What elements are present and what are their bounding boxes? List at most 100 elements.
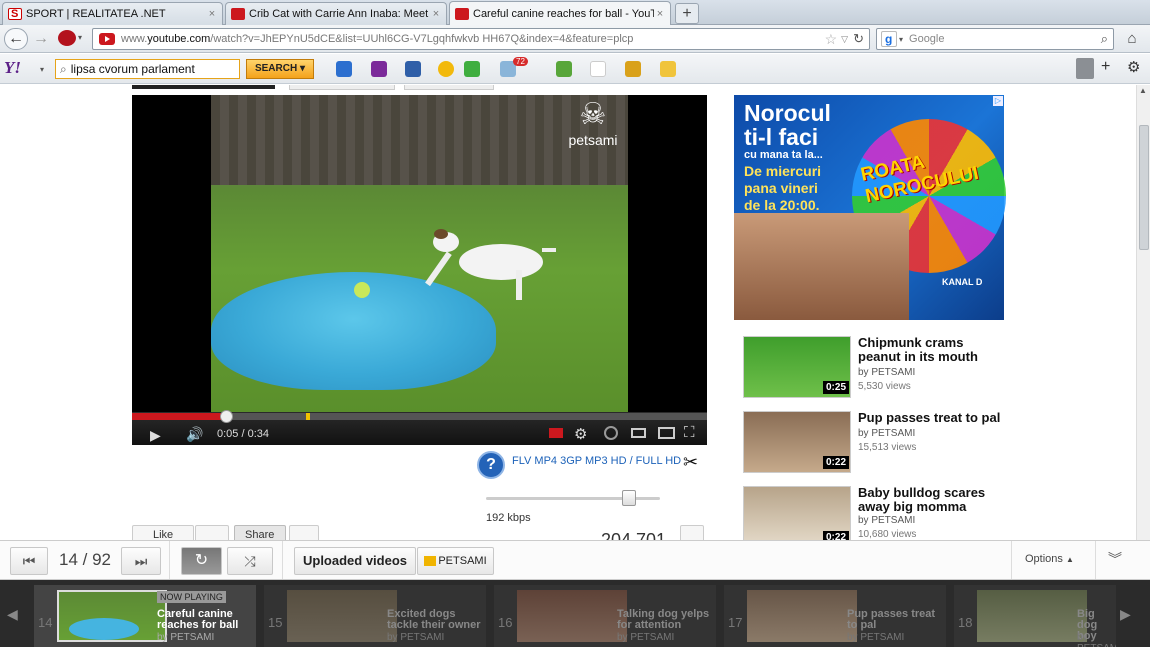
download-formats-link[interactable]: FLV MP4 3GP MP3 HD / FULL HD (512, 455, 681, 467)
autoplay-toggle-icon[interactable]: ↻ (181, 547, 222, 575)
video-thumbnail[interactable] (57, 590, 167, 642)
scissors-icon[interactable]: ✂ (683, 452, 698, 473)
ebay-icon[interactable] (660, 61, 676, 77)
fullscreen-icon[interactable]: ⛶ (684, 424, 695, 441)
addon-dropdown-icon[interactable]: ▾ (78, 33, 82, 42)
news-icon[interactable] (405, 61, 421, 77)
top-edge-bar (132, 85, 275, 89)
close-tab-icon[interactable]: × (430, 8, 442, 20)
shuffle-icon[interactable]: ⤮ (227, 547, 273, 575)
new-tab-button[interactable]: + (675, 3, 699, 24)
related-video-channel[interactable]: by PETSAMI (858, 367, 915, 378)
yahoo-search-button[interactable]: SEARCH ▾ (246, 59, 314, 79)
yahoo-search-input[interactable]: ⌕ lipsa cvorum parlament (55, 59, 240, 79)
playlist-item[interactable]: 14 NOW PLAYING Careful canine reaches fo… (34, 585, 256, 647)
watch-later-icon[interactable] (604, 426, 618, 440)
video-thumbnail[interactable] (977, 590, 1087, 642)
volume-icon[interactable]: 🔊 (186, 426, 203, 443)
ladybug-addon-icon[interactable] (58, 30, 76, 46)
playlist-item[interactable]: 18 Big dog boy by PETSAMI (954, 585, 1116, 647)
related-video-title[interactable]: Pup passes treat to pal (858, 411, 1008, 425)
item-number: 14 (38, 615, 53, 630)
item-title: Pup passes treat to pal (847, 608, 936, 631)
help-question-icon[interactable]: ? (477, 451, 505, 479)
games-icon[interactable] (464, 61, 480, 77)
youtube-favicon-icon (455, 8, 469, 20)
playlist-item[interactable]: 16 Talking dog yelps for attention by PE… (494, 585, 716, 647)
back-arrow-icon[interactable]: ← (4, 28, 28, 50)
captions-icon[interactable] (549, 428, 563, 438)
progress-bar[interactable] (132, 410, 707, 423)
url-dropdown-icon[interactable]: ▽ (841, 34, 848, 45)
bitrate-slider-handle[interactable] (622, 490, 636, 506)
adchoices-icon[interactable]: ▷ (993, 96, 1003, 106)
large-player-icon[interactable] (658, 427, 675, 439)
search-engine-box[interactable]: g ▾ Google ⌕ (876, 28, 1114, 50)
reload-icon[interactable]: ↻ (853, 31, 864, 47)
mail-icon[interactable] (336, 61, 352, 77)
tab-careful-canine[interactable]: Careful canine reaches for ball - YouTub… (449, 1, 671, 26)
petsami-watermark: ☠ petsami (563, 98, 623, 162)
messenger-icon[interactable] (438, 61, 454, 77)
playlist-item[interactable]: 15 Excited dogs tackle their owner by PE… (264, 585, 486, 647)
scrollbar-thumb[interactable] (1139, 125, 1149, 250)
related-video-title[interactable]: Chipmunk crams peanut in its mouth (858, 336, 1008, 364)
related-video-item[interactable]: 0:25 Chipmunk crams peanut in its mouth … (743, 336, 1043, 398)
video-thumbnail[interactable] (517, 590, 627, 642)
home-icon[interactable]: ⌂ (1122, 30, 1142, 48)
channel-label: PETSAMI (438, 555, 487, 567)
address-bar[interactable]: www.youtube.com/watch?v=JhEPYnU5dCE&list… (92, 28, 870, 50)
item-number: 16 (498, 615, 513, 630)
related-video-channel[interactable]: by PETSAMI (858, 428, 915, 439)
side-advertisement[interactable]: Norocul ti-l faci cu mana ta la... De mie… (734, 95, 1006, 320)
engine-dropdown-icon[interactable]: ▾ (899, 35, 903, 44)
add-icon[interactable]: + (1101, 58, 1110, 76)
skull-cat-logo-icon: ☠ (579, 98, 607, 131)
url-text: www.youtube.com/watch?v=JhEPYnU5dCE&list… (121, 33, 634, 45)
youtube-site-icon (99, 33, 115, 45)
related-video-channel[interactable]: by PETSAMI (858, 515, 915, 526)
photos-icon[interactable] (625, 61, 641, 77)
close-tab-icon[interactable]: × (654, 8, 666, 20)
playlist-item[interactable]: 17 Pup passes treat to pal by PETSAMI (724, 585, 946, 647)
play-icon[interactable]: ▶ (150, 427, 161, 444)
video-thumbnail[interactable] (287, 590, 397, 642)
video-thumbnail[interactable] (747, 590, 857, 642)
collapse-chevron-icon[interactable]: ︾ (1108, 549, 1122, 569)
top-edge-tab (404, 85, 494, 90)
tab-realitatea[interactable]: S SPORT | REALITATEA .NET × (2, 2, 223, 25)
menu-list-icon[interactable] (1076, 58, 1094, 79)
scroll-up-arrow-icon[interactable]: ▲ (1136, 86, 1150, 98)
item-title: Careful canine reaches for ball (157, 608, 239, 631)
related-video-title[interactable]: Baby bulldog scares away big momma (858, 486, 1008, 514)
next-video-icon[interactable]: ⏭ (121, 547, 161, 575)
magnifier-icon[interactable]: ⌕ (1101, 31, 1108, 47)
forward-arrow-icon[interactable]: → (30, 29, 52, 49)
my-yahoo-icon[interactable] (371, 61, 387, 77)
flickr-icon[interactable] (590, 61, 606, 77)
tray-prev-arrow-icon[interactable]: ◀ (7, 606, 18, 623)
uploaded-videos-button[interactable]: Uploaded videos (294, 547, 416, 575)
google-logo-icon[interactable]: g (881, 31, 897, 47)
bookmark-star-icon[interactable]: ☆ (825, 31, 838, 48)
divider (282, 541, 283, 579)
tab-title: Careful canine reaches for ball - YouTub… (473, 8, 654, 20)
tab-crib-cat[interactable]: Crib Cat with Carrie Ann Inaba: Meet Bli… (225, 2, 447, 25)
settings-gear-icon[interactable]: ⚙ (574, 425, 587, 443)
yahoo-logo[interactable]: Y! (4, 58, 21, 78)
now-playing-badge: NOW PLAYING (157, 591, 226, 603)
channel-button[interactable]: PETSAMI (417, 547, 494, 575)
vertical-scrollbar[interactable] (1136, 85, 1150, 540)
tray-next-arrow-icon[interactable]: ▶ (1120, 606, 1131, 623)
small-player-icon[interactable] (631, 428, 646, 438)
previous-video-icon[interactable]: ⏮ (10, 547, 48, 575)
finance-icon[interactable] (556, 61, 572, 77)
close-tab-icon[interactable]: × (206, 8, 218, 20)
options-button[interactable]: Options ▲ (1025, 553, 1074, 565)
related-video-item[interactable]: 0:22 Baby bulldog scares away big momma … (743, 486, 1043, 548)
watermark-text: petsami (568, 132, 618, 148)
item-channel: by PETSAMI (847, 632, 905, 643)
related-video-item[interactable]: 0:22 Pup passes treat to pal by PETSAMI … (743, 411, 1043, 473)
yahoo-menu-dropdown-icon[interactable]: ▾ (40, 65, 44, 74)
gear-icon[interactable]: ⚙ (1127, 58, 1140, 76)
